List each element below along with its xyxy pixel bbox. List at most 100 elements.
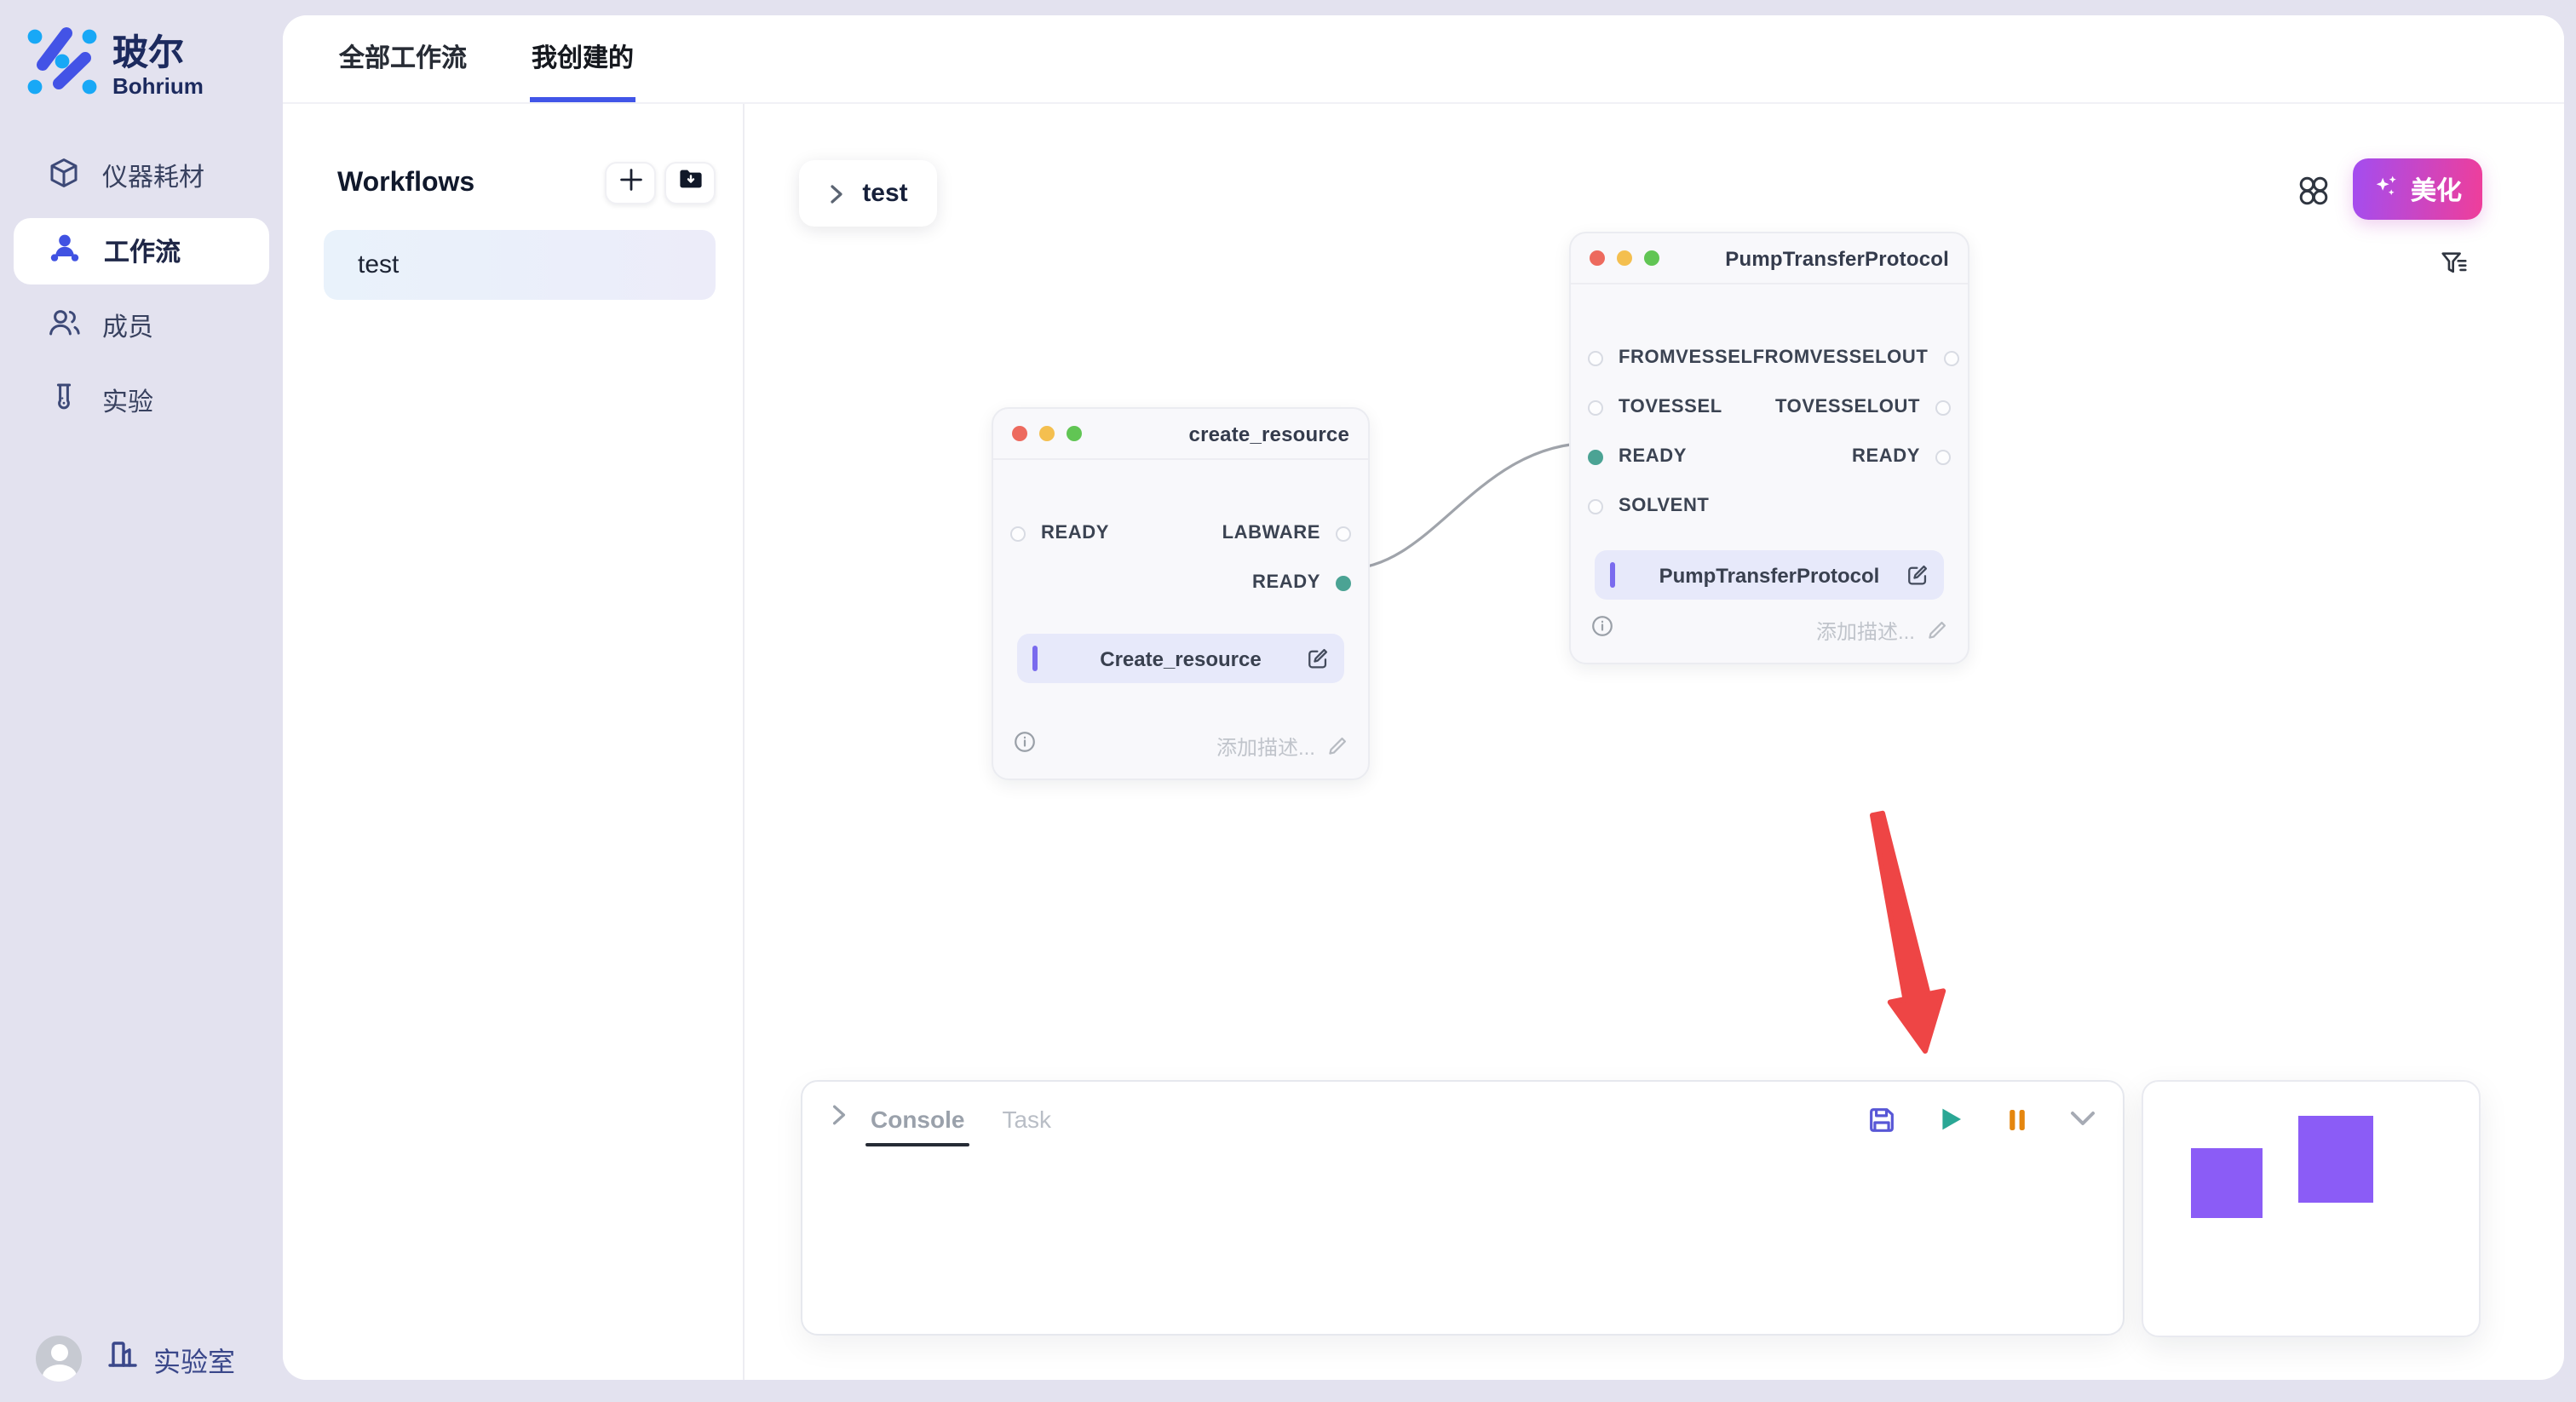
output-port-tovesselout[interactable]: TOVESSELOUT xyxy=(1775,397,1951,417)
node-header: create_resource xyxy=(993,409,1368,460)
experiment-icon xyxy=(48,382,80,421)
output-port-labware[interactable]: LABWARE xyxy=(1222,523,1351,543)
node-header: PumpTransferProtocol xyxy=(1571,233,1968,284)
tab-all-workflows[interactable]: 全部工作流 xyxy=(337,15,469,102)
workflow-list-item[interactable]: test xyxy=(324,230,716,300)
run-icon[interactable] xyxy=(1937,1106,1964,1133)
node-action-create-resource[interactable]: Create_resource xyxy=(1017,634,1344,683)
pencil-icon xyxy=(1927,620,1947,641)
brand: 玻尔 Bohrium xyxy=(24,26,204,106)
info-icon[interactable] xyxy=(1591,615,1613,646)
port-circle[interactable] xyxy=(1943,350,1958,365)
command-icon xyxy=(2298,184,2329,213)
tab-created-by-me[interactable]: 我创建的 xyxy=(530,15,635,102)
collapse-chevron-icon[interactable] xyxy=(2070,1111,2096,1128)
import-workflow-button[interactable] xyxy=(664,162,716,204)
edge-create-resource-to-pump xyxy=(1346,443,1593,569)
sidebar-item-experiments[interactable]: 实验 xyxy=(14,368,269,434)
brand-name: 玻尔 xyxy=(112,33,204,74)
output-port-ready[interactable]: READY xyxy=(1252,572,1351,593)
port-circle[interactable] xyxy=(1588,498,1603,514)
workflow-icon xyxy=(48,232,82,271)
filter-button[interactable] xyxy=(2440,249,2469,278)
minimap-node xyxy=(2191,1148,2263,1218)
port-circle-connected[interactable] xyxy=(1336,575,1351,590)
minimap-node xyxy=(2298,1116,2373,1203)
filter-icon xyxy=(2440,256,2469,284)
input-port-ready[interactable]: READY xyxy=(1010,523,1109,543)
sidebar-item-instruments[interactable]: 仪器耗材 xyxy=(14,143,269,210)
port-circle[interactable] xyxy=(1588,350,1603,365)
pencil-icon xyxy=(1327,736,1348,756)
package-icon xyxy=(48,157,80,196)
node-title: create_resource xyxy=(1082,422,1349,445)
input-port-solvent[interactable]: SOLVENT xyxy=(1588,496,1709,516)
brand-subtitle: Bohrium xyxy=(112,74,204,98)
info-icon[interactable] xyxy=(1014,731,1036,761)
minimize-light-icon[interactable] xyxy=(1617,250,1632,266)
close-light-icon[interactable] xyxy=(1590,250,1605,266)
output-port-ready[interactable]: READY xyxy=(1852,446,1951,467)
minimize-light-icon[interactable] xyxy=(1039,426,1055,441)
accent-bar xyxy=(1610,562,1615,588)
input-port-tovessel[interactable]: TOVESSEL xyxy=(1588,397,1722,417)
main-content: 全部工作流 我创建的 Workflows xyxy=(283,15,2564,1380)
user-avatar[interactable] xyxy=(36,1336,82,1382)
expand-light-icon[interactable] xyxy=(1067,426,1082,441)
node-pump-transfer-protocol[interactable]: PumpTransferProtocol FROMVESSEL FROMVESS… xyxy=(1569,232,1969,664)
port-circle[interactable] xyxy=(1010,526,1026,541)
workflow-tabbar: 全部工作流 我创建的 xyxy=(283,15,2564,104)
sparkles-icon xyxy=(2373,173,2399,205)
app-window: 玻尔 Bohrium 仪器耗材 xyxy=(0,0,2576,1402)
shortcuts-button[interactable] xyxy=(2298,175,2329,206)
minimap[interactable] xyxy=(2142,1080,2481,1337)
node-create-resource[interactable]: create_resource READY LABWARE xyxy=(992,407,1370,780)
accent-bar xyxy=(1032,646,1038,671)
lab-label: 实验室 xyxy=(153,1338,235,1379)
add-workflow-button[interactable] xyxy=(605,162,656,204)
members-icon xyxy=(48,307,80,346)
building-icon xyxy=(106,1337,140,1380)
expand-light-icon[interactable] xyxy=(1644,250,1659,266)
port-circle[interactable] xyxy=(1588,399,1603,415)
tab-console[interactable]: Console xyxy=(865,1082,969,1157)
sidebar-item-members[interactable]: 成员 xyxy=(14,293,269,359)
edit-icon[interactable] xyxy=(1307,647,1329,678)
workflows-panel: Workflows xyxy=(283,104,745,1380)
input-port-ready[interactable]: READY xyxy=(1588,446,1687,467)
folder-import-icon xyxy=(677,167,703,199)
port-circle[interactable] xyxy=(1935,449,1951,464)
node-action-pump-transfer[interactable]: PumpTransferProtocol xyxy=(1595,550,1944,600)
traffic-lights xyxy=(1012,426,1082,441)
traffic-lights xyxy=(1590,250,1659,266)
bohrium-logo-icon xyxy=(24,26,99,106)
sidebar-nav: 仪器耗材 工作流 xyxy=(0,143,283,434)
node-title: PumpTransferProtocol xyxy=(1659,246,1949,270)
node-description[interactable]: 添加描述... xyxy=(1816,616,1947,645)
node-description[interactable]: 添加描述... xyxy=(1216,732,1348,761)
port-circle-connected[interactable] xyxy=(1588,449,1603,464)
sidebar-item-label: 仪器耗材 xyxy=(102,158,204,194)
edit-icon[interactable] xyxy=(1906,564,1929,595)
port-circle[interactable] xyxy=(1935,399,1951,415)
output-port-fromvesselout[interactable]: FROMVESSELOUT xyxy=(1753,348,1959,368)
close-light-icon[interactable] xyxy=(1012,426,1027,441)
save-icon[interactable] xyxy=(1867,1105,1896,1134)
chevron-right-icon xyxy=(828,183,845,204)
red-annotation-arrow xyxy=(1872,813,1943,1051)
input-port-fromvessel[interactable]: FROMVESSEL xyxy=(1588,348,1753,368)
sidebar-item-workflow[interactable]: 工作流 xyxy=(14,218,269,284)
pause-icon[interactable] xyxy=(2005,1106,2029,1132)
port-circle[interactable] xyxy=(1336,526,1351,541)
beautify-label: 美化 xyxy=(2411,171,2462,207)
sidebar-item-label: 工作流 xyxy=(104,233,181,269)
console-expand-icon[interactable] xyxy=(830,1104,848,1135)
breadcrumb[interactable]: test xyxy=(799,160,937,227)
workflows-panel-title: Workflows xyxy=(337,168,474,198)
console-panel: Console Task xyxy=(801,1080,2125,1336)
lab-switcher[interactable]: 实验室 xyxy=(106,1337,235,1380)
beautify-button[interactable]: 美化 xyxy=(2353,158,2482,220)
breadcrumb-label: test xyxy=(862,179,907,208)
sidebar-item-label: 成员 xyxy=(102,308,153,344)
tab-task[interactable]: Task xyxy=(997,1082,1056,1157)
